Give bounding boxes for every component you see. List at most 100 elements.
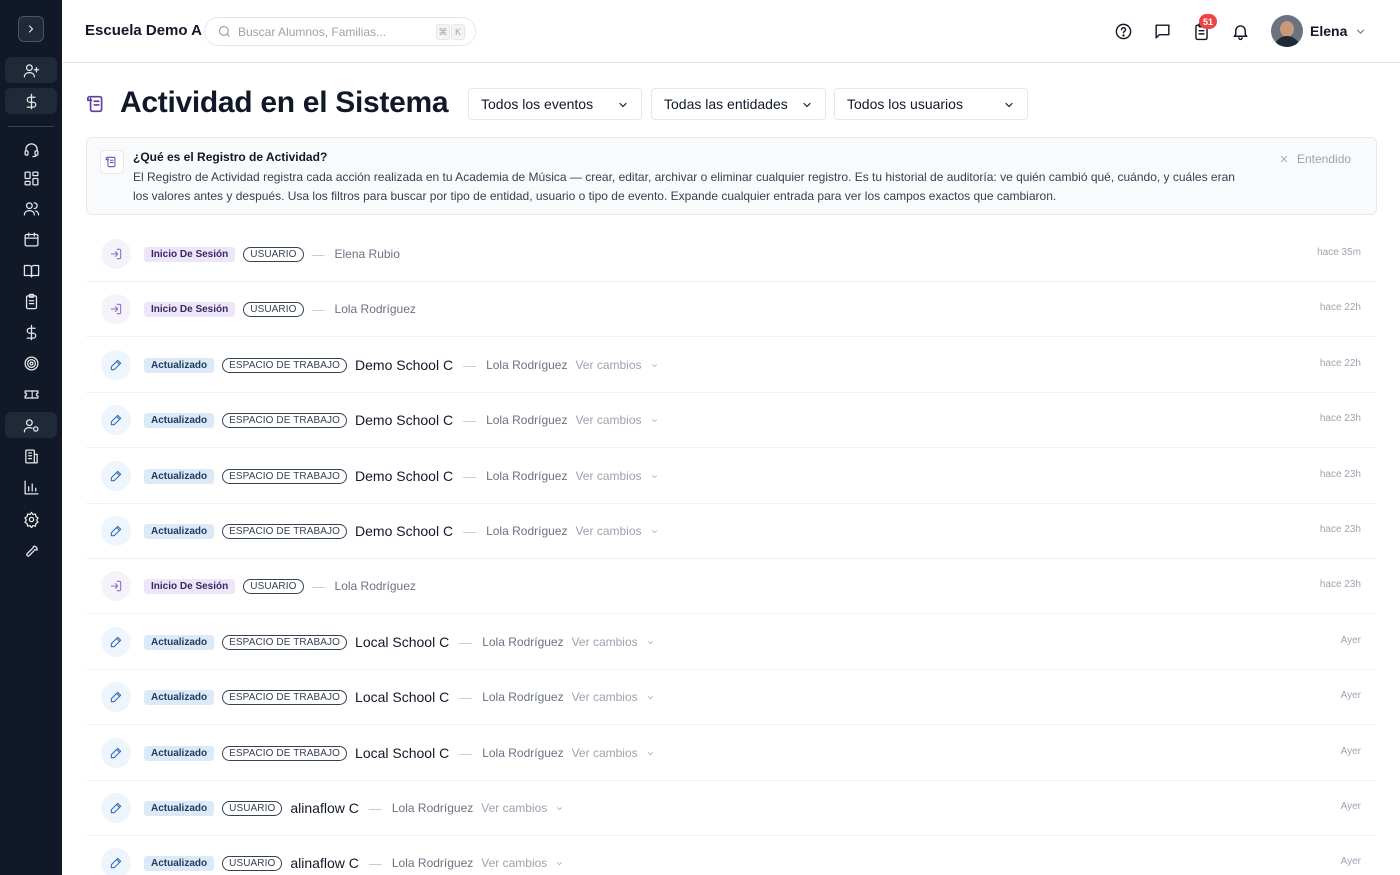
- chevron-down-icon: [651, 529, 657, 533]
- entity-name[interactable]: Local School C: [355, 689, 449, 705]
- entity-name[interactable]: Local School C: [355, 634, 449, 650]
- separator-dash: —: [459, 745, 473, 761]
- activity-content: Inicio De Sesión USUARIO — Lola Rodríguez: [144, 281, 424, 337]
- view-changes-toggle[interactable]: Ver cambios: [481, 856, 564, 870]
- entity-name[interactable]: alinaflow C: [290, 800, 358, 816]
- chevron-right-icon: [28, 25, 34, 33]
- shortcut-key-k: K: [451, 24, 465, 40]
- activity-row[interactable]: Inicio De Sesión USUARIO — Lola Rodríguez ha…: [86, 281, 1377, 337]
- school-name[interactable]: Escuela Demo A: [85, 22, 202, 39]
- activity-row[interactable]: Actualizado USUARIO alinaflow C — Lola Rodrí…: [86, 780, 1377, 836]
- view-changes-toggle[interactable]: Ver cambios: [575, 413, 658, 427]
- close-icon: [1280, 155, 1288, 163]
- sidebar-item-billing[interactable]: [5, 319, 57, 345]
- event-badge: Inicio De Sesión: [144, 301, 236, 317]
- view-changes-toggle[interactable]: Ver cambios: [481, 801, 564, 815]
- view-changes-label: Ver cambios: [575, 413, 642, 427]
- view-changes-label: Ver cambios: [575, 469, 642, 483]
- sidebar-item-calendar[interactable]: [5, 226, 57, 252]
- activity-row[interactable]: Actualizado ESPACIO DE TRABAJO Demo School…: [86, 392, 1377, 448]
- activity-row[interactable]: Inicio De Sesión USUARIO — Elena Rubio hace …: [86, 226, 1377, 282]
- sidebar-item-organization[interactable]: [5, 443, 57, 469]
- entity-name[interactable]: alinaflow C: [290, 855, 358, 871]
- user-avatar[interactable]: [1271, 15, 1303, 47]
- users-icon: [23, 201, 39, 216]
- view-changes-toggle[interactable]: Ver cambios: [572, 690, 655, 704]
- view-changes-toggle[interactable]: Ver cambios: [575, 524, 658, 538]
- user-name[interactable]: Elena: [1310, 23, 1347, 39]
- chevron-down-icon[interactable]: [1354, 25, 1367, 38]
- chevron-down-icon: [651, 418, 657, 422]
- view-changes-label: Ver cambios: [575, 524, 642, 538]
- activity-content: Actualizado USUARIO alinaflow C — Lola Rodrí…: [144, 835, 564, 875]
- chevron-down-icon: [803, 102, 811, 108]
- view-changes-toggle[interactable]: Ver cambios: [575, 358, 658, 372]
- filter-events-value: Todos los eventos: [481, 96, 594, 112]
- activity-content: Actualizado ESPACIO DE TRABAJO Local Schoo…: [144, 614, 655, 670]
- view-changes-toggle[interactable]: Ver cambios: [575, 469, 658, 483]
- sidebar-item-students[interactable]: [5, 195, 57, 221]
- activity-row[interactable]: Actualizado ESPACIO DE TRABAJO Demo School…: [86, 448, 1377, 504]
- event-badge: Inicio De Sesión: [144, 578, 236, 594]
- help-circle-icon: [1115, 23, 1131, 39]
- sidebar-item-support[interactable]: [5, 136, 57, 162]
- activity-row[interactable]: Actualizado ESPACIO DE TRABAJO Local Schoo…: [86, 669, 1377, 725]
- sidebar-item-new-payment[interactable]: [5, 88, 57, 114]
- activity-content: Actualizado ESPACIO DE TRABAJO Local Schoo…: [144, 669, 655, 725]
- activity-row[interactable]: Inicio De Sesión USUARIO — Lola Rodríguez ha…: [86, 558, 1377, 614]
- actor-name: Lola Rodríguez: [486, 469, 568, 483]
- sidebar-item-user-settings[interactable]: [5, 412, 57, 438]
- help-button[interactable]: [1112, 20, 1134, 42]
- sidebar-item-add-student[interactable]: [5, 57, 57, 83]
- entity-name[interactable]: Demo School C: [355, 412, 453, 428]
- filter-events-select[interactable]: Todos los eventos: [468, 88, 642, 120]
- sidebar-item-settings[interactable]: [5, 506, 57, 532]
- activity-row[interactable]: Actualizado ESPACIO DE TRABAJO Local Schoo…: [86, 725, 1377, 781]
- login-icon: [101, 571, 131, 601]
- activity-row[interactable]: Actualizado ESPACIO DE TRABAJO Local Schoo…: [86, 614, 1377, 670]
- messages-button[interactable]: [1151, 20, 1173, 42]
- sidebar-item-tools[interactable]: [5, 537, 57, 563]
- filter-users-select[interactable]: Todos los usuarios: [834, 88, 1028, 120]
- view-changes-toggle[interactable]: Ver cambios: [572, 635, 655, 649]
- filter-users-value: Todos los usuarios: [847, 96, 963, 112]
- event-badge: Actualizado: [144, 800, 215, 816]
- timestamp: Ayer: [1340, 856, 1361, 867]
- sidebar-item-lessons[interactable]: [5, 257, 57, 283]
- actor-name: Lola Rodríguez: [391, 856, 474, 870]
- separator-dash: —: [311, 301, 325, 317]
- sidebar-item-goals[interactable]: [5, 350, 57, 376]
- sidebar-expand-button[interactable]: [18, 16, 44, 42]
- entity-name[interactable]: Demo School C: [355, 523, 453, 539]
- activity-row[interactable]: Actualizado ESPACIO DE TRABAJO Demo School…: [86, 337, 1377, 393]
- chevron-down-icon: [619, 102, 627, 108]
- separator-dash: —: [368, 800, 382, 816]
- user-plus-icon: [23, 63, 39, 78]
- dismiss-button[interactable]: Entendido: [1279, 152, 1351, 166]
- book-icon: [23, 264, 39, 278]
- entity-name[interactable]: Local School C: [355, 745, 449, 761]
- sidebar-item-reports[interactable]: [5, 474, 57, 500]
- activity-row[interactable]: Actualizado ESPACIO DE TRABAJO Demo School…: [86, 503, 1377, 559]
- activity-content: Actualizado USUARIO alinaflow C — Lola Rodrí…: [144, 780, 564, 836]
- entity-name[interactable]: Demo School C: [355, 468, 453, 484]
- chevron-down-icon: [1005, 102, 1013, 108]
- dollar-icon: [26, 93, 36, 109]
- search-input[interactable]: [238, 23, 428, 41]
- view-changes-label: Ver cambios: [481, 801, 548, 815]
- filter-entities-select[interactable]: Todas las entidades: [651, 88, 826, 120]
- search-box[interactable]: ⌘ K: [204, 17, 476, 46]
- sidebar-item-dashboard[interactable]: [5, 165, 57, 191]
- activity-content: Actualizado ESPACIO DE TRABAJO Demo School…: [144, 448, 659, 504]
- entity-type-chip: ESPACIO DE TRABAJO: [222, 745, 348, 761]
- view-changes-toggle[interactable]: Ver cambios: [572, 746, 655, 760]
- notifications-button[interactable]: [1229, 20, 1251, 42]
- entity-type-chip: ESPACIO DE TRABAJO: [222, 357, 348, 373]
- sidebar-item-tasks[interactable]: [5, 288, 57, 314]
- activity-content: Actualizado ESPACIO DE TRABAJO Demo School…: [144, 337, 659, 393]
- activity-row[interactable]: Actualizado USUARIO alinaflow C — Lola Rodrí…: [86, 835, 1377, 875]
- sidebar-item-tickets[interactable]: [5, 381, 57, 407]
- entity-name[interactable]: Demo School C: [355, 357, 453, 373]
- event-badge: Actualizado: [144, 689, 215, 705]
- activity-content: Actualizado ESPACIO DE TRABAJO Demo School…: [144, 392, 659, 448]
